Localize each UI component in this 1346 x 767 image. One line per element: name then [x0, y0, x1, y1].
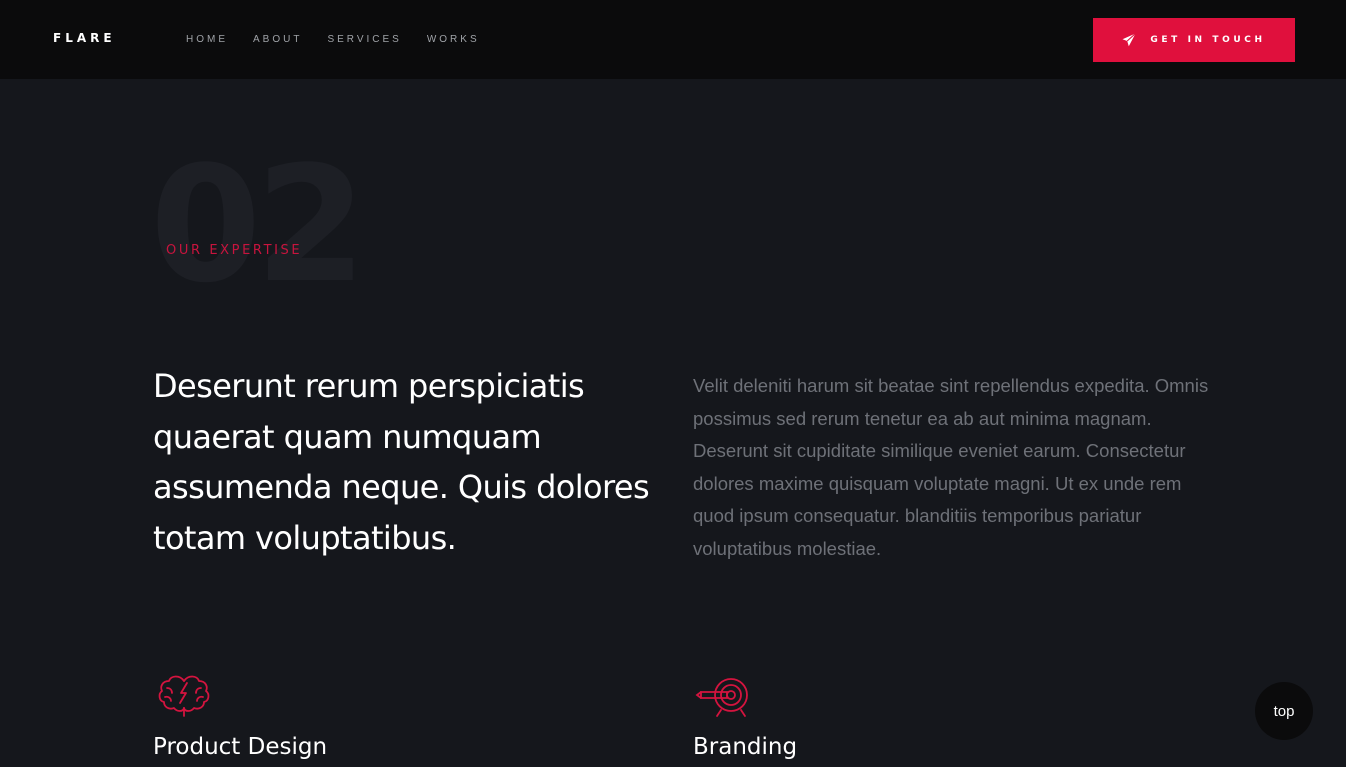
- paper-plane-icon: [1122, 33, 1137, 47]
- nav-services[interactable]: SERVICES: [327, 34, 401, 45]
- get-in-touch-button[interactable]: GET IN TOUCH: [1093, 18, 1295, 62]
- main-nav: HOME ABOUT SERVICES WORKS: [186, 34, 505, 45]
- nav-about[interactable]: ABOUT: [253, 34, 302, 45]
- nav-home[interactable]: HOME: [186, 34, 228, 45]
- back-to-top-button[interactable]: top: [1255, 682, 1313, 740]
- nav-works[interactable]: WORKS: [427, 34, 480, 45]
- section-eyebrow: OUR EXPERTISE: [166, 243, 303, 258]
- logo[interactable]: FLARE: [53, 31, 116, 45]
- brain-icon: [153, 672, 213, 720]
- section-number: 02: [150, 131, 367, 318]
- target-icon: [693, 672, 753, 720]
- back-to-top-label: top: [1273, 702, 1295, 720]
- service-title: Branding: [693, 734, 798, 760]
- service-product-design: Product Design: [153, 672, 327, 760]
- section-description: Velit deleniti harum sit beatae sint rep…: [693, 375, 1209, 559]
- service-branding: Branding: [693, 672, 797, 760]
- section-lead: Deserunt rerum perspiciatis quaerat quam…: [153, 367, 650, 557]
- service-title: Product Design: [153, 734, 328, 760]
- site-header: FLARE HOME ABOUT SERVICES WORKS GET IN T…: [0, 0, 1346, 79]
- get-in-touch-label: GET IN TOUCH: [1150, 35, 1266, 45]
